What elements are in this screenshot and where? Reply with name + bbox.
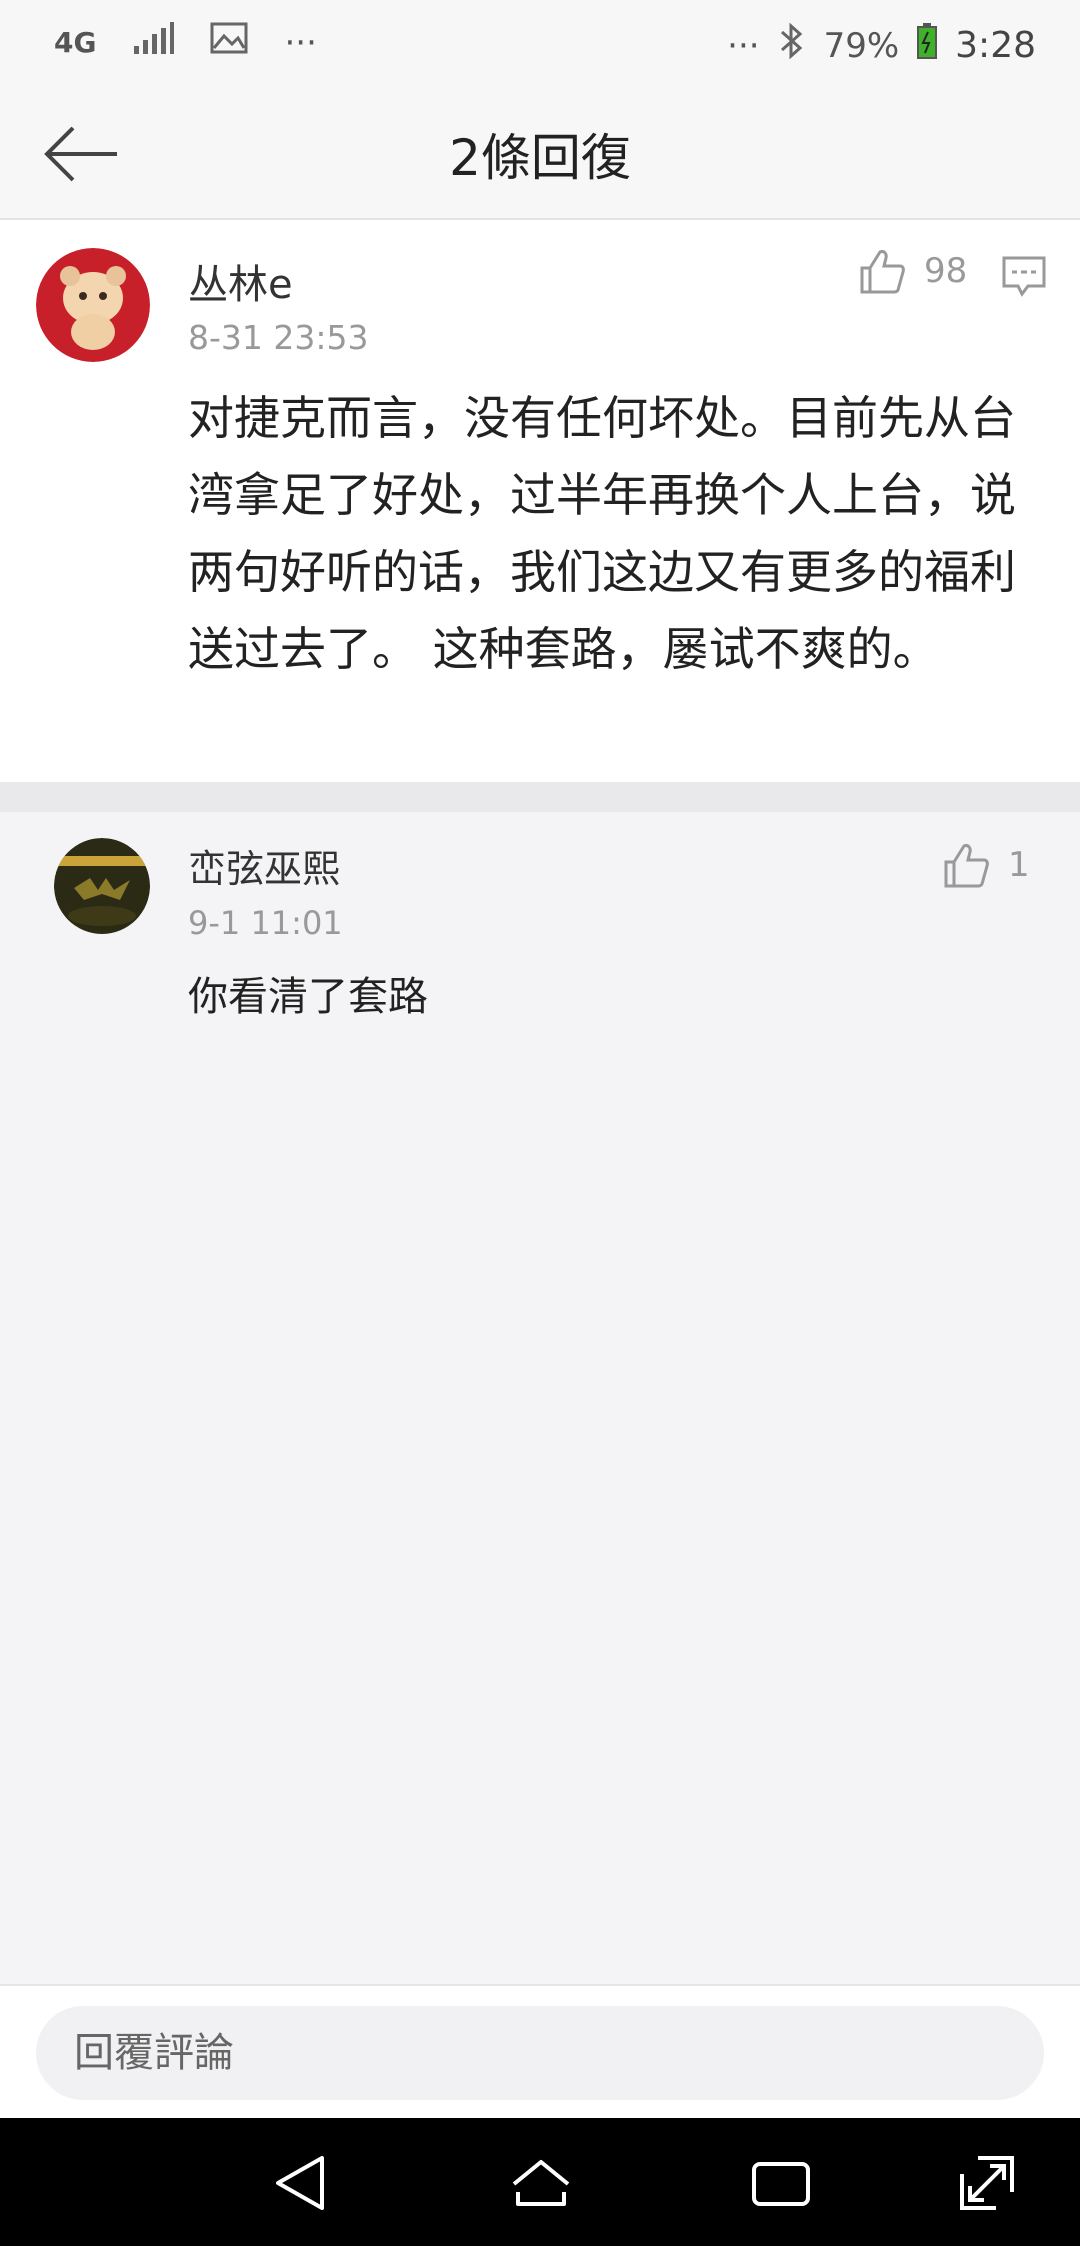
timestamp: 9-1 11:01 [188, 904, 343, 942]
reply-input[interactable]: 回覆評論 [36, 2006, 1044, 2100]
header: 2條回復 [0, 90, 1080, 220]
thumbs-up-icon [944, 844, 989, 888]
page-title: 2條回復 [449, 129, 631, 187]
username[interactable]: 峦弦巫熙 [188, 838, 340, 893]
overflow-right-icon: ··· [727, 25, 760, 66]
bluetooth-icon [778, 22, 806, 69]
avatar[interactable] [36, 248, 150, 362]
thumbs-up-icon [860, 250, 905, 294]
signal-icon [132, 22, 175, 63]
battery-icon [917, 23, 938, 68]
home-icon [512, 2160, 570, 2206]
input-bar: 回覆評論 [0, 1984, 1080, 2118]
nav-recents-button[interactable] [746, 2148, 816, 2218]
like-count: 98 [924, 251, 968, 291]
like-button[interactable]: 98 [858, 248, 967, 294]
timestamp: 8-31 23:53 [188, 318, 369, 357]
avatar[interactable] [54, 838, 150, 934]
nav-expand-button[interactable] [952, 2148, 1022, 2218]
network-type-icon: 4G [54, 26, 97, 59]
section-divider [0, 782, 1080, 812]
triangle-back-icon [276, 2156, 324, 2210]
clock: 3:28 [955, 25, 1036, 66]
nav-back-button[interactable] [266, 2148, 336, 2218]
reply-text: 你看清了套路 [188, 974, 428, 1020]
like-count: 1 [1008, 845, 1030, 885]
status-bar: 4G ··· ··· 79% 3:28 [0, 0, 1080, 90]
reply-item: 峦弦巫熙 9-1 11:01 1 你看清了套路 [0, 812, 1080, 1982]
navigation-bar [0, 2118, 1080, 2246]
nav-home-button[interactable] [506, 2148, 576, 2218]
recents-icon [752, 2162, 810, 2206]
like-button[interactable]: 1 [942, 842, 1030, 888]
battery-percent: 79% [823, 25, 900, 66]
main-comment: 丛林e 8-31 23:53 98 对捷克而言，没有任何坏处。目前先从台湾拿足了… [0, 220, 1080, 782]
image-icon [210, 22, 248, 63]
overflow-left-icon: ··· [284, 22, 317, 63]
comment-text: 对捷克而言，没有任何坏处。目前先从台湾拿足了好处，过半年再换个人上台，说两句好听… [188, 391, 1016, 676]
username[interactable]: 丛林e [188, 252, 293, 310]
expand-icon [960, 2156, 1014, 2210]
reply-button[interactable] [1000, 254, 1048, 302]
comment-icon [1002, 256, 1046, 297]
